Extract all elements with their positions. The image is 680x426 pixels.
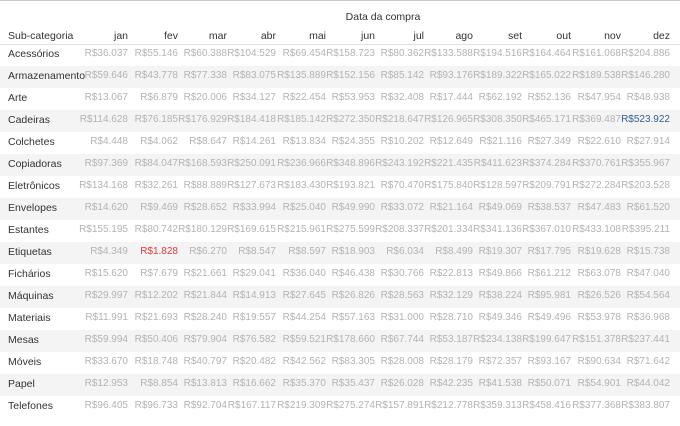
- table-row: Armazenamento R$59.646 R$43.778 R$77.338 R$8…: [0, 66, 680, 88]
- table-cell[interactable]: R$44.042: [610, 378, 670, 389]
- table-cell[interactable]: R$355.967: [610, 158, 670, 169]
- table-row: Papel R$12.953 R$8.854 R$13.813 R$16.662 R$35…: [0, 374, 680, 396]
- row-label[interactable]: Móveis: [8, 356, 41, 368]
- table-row: Estantes R$155.195 R$80.742 R$180.129 R$169.…: [0, 220, 680, 242]
- table-row: Móveis R$33.670 R$18.748 R$40.797 R$20.482 R$…: [0, 352, 680, 374]
- row-label[interactable]: Estantes: [8, 224, 49, 236]
- text-table: Data da compra Sub-categoria jan fev mar ab…: [0, 0, 680, 426]
- row-label[interactable]: Copiadoras: [8, 158, 62, 170]
- table-row: Eletrônicos R$134.168 R$32.261 R$88.889 R$12…: [0, 176, 680, 198]
- table-row: Copiadoras R$97.369 R$84.047 R$168.593 R$250…: [0, 154, 680, 176]
- table-cell[interactable]: R$203.528: [610, 180, 670, 191]
- table-cell[interactable]: R$47.040: [610, 268, 670, 279]
- table-cell[interactable]: R$15.738: [610, 246, 670, 257]
- table-row: Etiquetas R$4.349 R$1.828 R$6.270 R$8.547 R$8…: [0, 242, 680, 264]
- row-label[interactable]: Colchetes: [8, 136, 55, 148]
- table-row: Arte R$13.067 R$6.879 R$20.006 R$34.127 R$22.…: [0, 88, 680, 110]
- table-cell[interactable]: R$395.211: [610, 224, 670, 235]
- row-label[interactable]: Papel: [8, 378, 35, 390]
- row-label[interactable]: Telefones: [8, 400, 53, 412]
- table-row: Mesas R$59.994 R$50.406 R$79.904 R$76.582 R$5…: [0, 330, 680, 352]
- table-cell[interactable]: R$61.520: [610, 202, 670, 213]
- row-label[interactable]: Fichários: [8, 268, 51, 280]
- table-row: Materiais R$11.991 R$21.693 R$28.240 R$19.55…: [0, 308, 680, 330]
- table-row: Envelopes R$14.620 R$9.469 R$28.652 R$33.994…: [0, 198, 680, 220]
- month-header-dez[interactable]: dez: [610, 30, 670, 42]
- table-cell[interactable]: R$48.938: [610, 92, 670, 103]
- table-cell[interactable]: R$146.280: [610, 70, 670, 81]
- table-row: Telefones R$96.405 R$96.733 R$92.704 R$167.1…: [0, 396, 680, 418]
- row-label[interactable]: Máquinas: [8, 290, 54, 302]
- row-label[interactable]: Etiquetas: [8, 246, 52, 258]
- table-cell[interactable]: R$71.642: [610, 356, 670, 367]
- row-label[interactable]: Materiais: [8, 312, 51, 324]
- row-label[interactable]: Envelopes: [8, 202, 57, 214]
- table-row: Cadeiras R$114.628 R$76.185 R$176.929 R$184.…: [0, 110, 680, 132]
- table-row: Colchetes R$4.448 R$4.062 R$8.647 R$14.261 R$…: [0, 132, 680, 154]
- table-row: Máquinas R$29.997 R$12.202 R$21.844 R$14.913…: [0, 286, 680, 308]
- table-cell[interactable]: R$383.807: [610, 400, 670, 411]
- row-label[interactable]: Acessórios: [8, 48, 59, 60]
- table-cell[interactable]: R$27.914: [610, 136, 670, 147]
- table-cell[interactable]: R$36.968: [610, 312, 670, 323]
- row-label[interactable]: Arte: [8, 92, 27, 104]
- column-dimension-title: Data da compra: [345, 11, 421, 23]
- table-cell[interactable]: R$204.886: [610, 48, 670, 59]
- row-label[interactable]: Cadeiras: [8, 114, 50, 126]
- table-cell[interactable]: R$523.922: [610, 114, 670, 125]
- table-cell[interactable]: R$54.564: [610, 290, 670, 301]
- table-cell[interactable]: R$237.441: [610, 334, 670, 345]
- table-row: Fichários R$15.620 R$7.679 R$21.661 R$29.041…: [0, 264, 680, 286]
- row-label[interactable]: Mesas: [8, 334, 39, 346]
- table-row: Acessórios R$36.037 R$55.146 R$60.388 R$104.…: [0, 44, 680, 66]
- row-dimension-header[interactable]: Sub-categoria: [8, 30, 73, 42]
- row-label[interactable]: Eletrônicos: [8, 180, 60, 192]
